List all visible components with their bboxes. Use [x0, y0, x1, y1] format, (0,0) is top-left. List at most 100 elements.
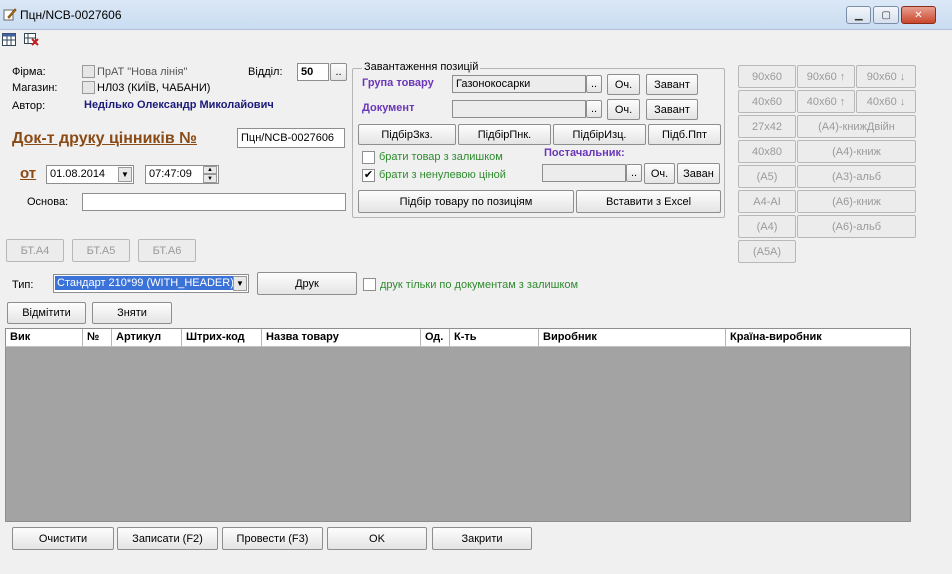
format-a4-button[interactable]: (А4)	[738, 215, 796, 238]
column-header[interactable]: К-ть	[450, 329, 539, 347]
column-header[interactable]: Штрих-код	[182, 329, 262, 347]
only-docs-checkbox[interactable]	[363, 278, 376, 291]
mark-button[interactable]: Відмітити	[7, 302, 86, 324]
document-load-button[interactable]: Завант	[646, 99, 698, 120]
grid-body[interactable]	[5, 346, 911, 522]
chevron-down-icon[interactable]: ▼	[118, 167, 132, 182]
column-header[interactable]: Вик	[6, 329, 83, 347]
firm-label: Фірма:	[12, 66, 46, 78]
document-label: Документ	[362, 102, 415, 114]
format-40x60-button[interactable]: 40x60	[738, 90, 796, 113]
close-icon[interactable]: ✕	[900, 6, 937, 24]
document-clear-button[interactable]: Оч.	[607, 99, 640, 120]
format-a6-book-button[interactable]: (А6)-книж	[797, 190, 916, 213]
author-value: Неділько Олександр Миколайович	[84, 99, 274, 111]
doc-title: Док-т друку цінників №	[12, 130, 197, 147]
chevron-down-icon[interactable]: ▼	[233, 276, 247, 291]
bt-a5-button[interactable]: БТ.А5	[72, 239, 130, 262]
close-button[interactable]: Закрити	[432, 527, 532, 550]
document-pick-button[interactable]: ..	[586, 100, 602, 118]
bt-a4-button[interactable]: БТ.А4	[6, 239, 64, 262]
calendar-table-icon[interactable]	[2, 33, 16, 46]
format-a5-button[interactable]: (А5)	[738, 165, 796, 188]
time-value: 07:47:09	[149, 168, 192, 180]
format-a6-album-button[interactable]: (А6)-альб	[797, 215, 916, 238]
pick-ppt-button[interactable]: Підб.Ппт	[648, 124, 721, 145]
store-value: НЛ03 (КИЇВ, ЧАБАНИ)	[97, 82, 211, 94]
format-40x80-button[interactable]: 40x80	[738, 140, 796, 163]
product-group-pick-button[interactable]: ..	[586, 75, 602, 93]
post-button[interactable]: Провести (F3)	[222, 527, 323, 550]
dept-label: Відділ:	[248, 66, 283, 78]
format-90x60-up-button[interactable]: 90x60 ↑	[797, 65, 855, 88]
date-field[interactable]: 01.08.2014 ▼	[46, 165, 134, 184]
unmark-button[interactable]: Зняти	[92, 302, 172, 324]
store-label: Магазин:	[12, 82, 58, 94]
type-label: Тип:	[12, 279, 34, 291]
dept-pick-button[interactable]: ..	[330, 63, 347, 81]
window-title: Пцн/NCB-0027606	[20, 8, 122, 22]
supplier-field[interactable]	[542, 164, 626, 182]
price-checkbox[interactable]: ✔	[362, 169, 375, 182]
column-header[interactable]: Виробник	[539, 329, 726, 347]
column-header[interactable]: Країна-виробник	[726, 329, 910, 347]
format-a4-book-button[interactable]: (А4)-книж	[797, 140, 916, 163]
format-a5a-button[interactable]: (А5А)	[738, 240, 796, 263]
time-field[interactable]: 07:47:09 ▲ ▼	[145, 165, 219, 184]
format-27x42-button[interactable]: 27x42	[738, 115, 796, 138]
spin-up-icon[interactable]: ▲	[203, 166, 217, 174]
title-bar: Пцн/NCB-0027606 ▁ ▢ ✕	[0, 0, 952, 30]
supplier-label: Постачальник:	[544, 147, 625, 159]
dept-field[interactable]: 50	[297, 63, 329, 81]
format-a4-ai-button[interactable]: А4-АІ	[738, 190, 796, 213]
pick-pnk-button[interactable]: ПідбірПнк.	[458, 124, 551, 145]
store-box[interactable]	[82, 81, 95, 94]
firm-value: ПрАТ "Нова лінія"	[97, 66, 188, 78]
insert-excel-button[interactable]: Вставити з Excel	[576, 190, 721, 213]
clear-button[interactable]: Очистити	[12, 527, 114, 550]
grid-header: Вик № Артикул Штрих-код Назва товару Од.…	[5, 328, 911, 347]
supplier-clear-button[interactable]: Оч.	[644, 163, 675, 184]
rest-checkbox[interactable]	[362, 151, 375, 164]
document-field[interactable]	[452, 100, 586, 118]
product-group-load-button[interactable]: Завант	[646, 74, 698, 95]
price-checkbox-label: брати з ненулевою ціной	[379, 169, 506, 181]
loading-group-title: Завантаження позицій	[362, 61, 481, 73]
supplier-pick-button[interactable]: ..	[626, 164, 642, 182]
column-header[interactable]: №	[83, 329, 112, 347]
date-value: 01.08.2014	[50, 168, 106, 180]
format-90x60-button[interactable]: 90x60	[738, 65, 796, 88]
pick-zks-button[interactable]: ПідбірЗкз.	[358, 124, 456, 145]
type-select-value: Стандарт 210*99 (WITH_HEADER)	[55, 276, 236, 290]
format-a4-book-double-button[interactable]: (А4)-книжДвійн	[797, 115, 916, 138]
basis-label: Основа:	[27, 196, 69, 208]
delete-table-icon[interactable]	[24, 33, 39, 46]
ok-button[interactable]: OK	[327, 527, 427, 550]
save-button[interactable]: Записати (F2)	[117, 527, 218, 550]
column-header[interactable]: Артикул	[112, 329, 182, 347]
minimize-icon[interactable]: ▁	[846, 6, 872, 24]
spin-down-icon[interactable]: ▼	[203, 174, 217, 183]
only-docs-label: друк тільки по документам з залишком	[380, 279, 579, 291]
basis-field[interactable]	[82, 193, 346, 211]
firm-box[interactable]	[82, 65, 95, 78]
window-controls: ▁ ▢ ✕	[846, 6, 938, 25]
doc-number-field[interactable]: Пцн/NCB-0027606	[237, 128, 345, 148]
column-header[interactable]: Назва товару	[262, 329, 421, 347]
product-group-field[interactable]: Газонокосарки	[452, 75, 586, 93]
format-40x60-up-button[interactable]: 40x60 ↑	[797, 90, 855, 113]
format-40x60-down-button[interactable]: 40x60 ↓	[856, 90, 916, 113]
format-a3-album-button[interactable]: (А3)-альб	[797, 165, 916, 188]
document-edit-icon	[3, 8, 17, 21]
bt-a6-button[interactable]: БТ.А6	[138, 239, 196, 262]
maximize-icon[interactable]: ▢	[873, 6, 899, 24]
column-header[interactable]: Од.	[421, 329, 450, 347]
type-select[interactable]: Стандарт 210*99 (WITH_HEADER) ▼	[53, 274, 249, 293]
pick-izc-button[interactable]: ПідбірИзц.	[553, 124, 646, 145]
author-label: Автор:	[12, 100, 46, 112]
product-group-clear-button[interactable]: Оч.	[607, 74, 640, 95]
pick-by-positions-button[interactable]: Підбір товару по позиціям	[358, 190, 574, 213]
format-90x60-down-button[interactable]: 90x60 ↓	[856, 65, 916, 88]
supplier-load-button[interactable]: Заван	[677, 163, 720, 184]
print-button[interactable]: Друк	[257, 272, 357, 295]
